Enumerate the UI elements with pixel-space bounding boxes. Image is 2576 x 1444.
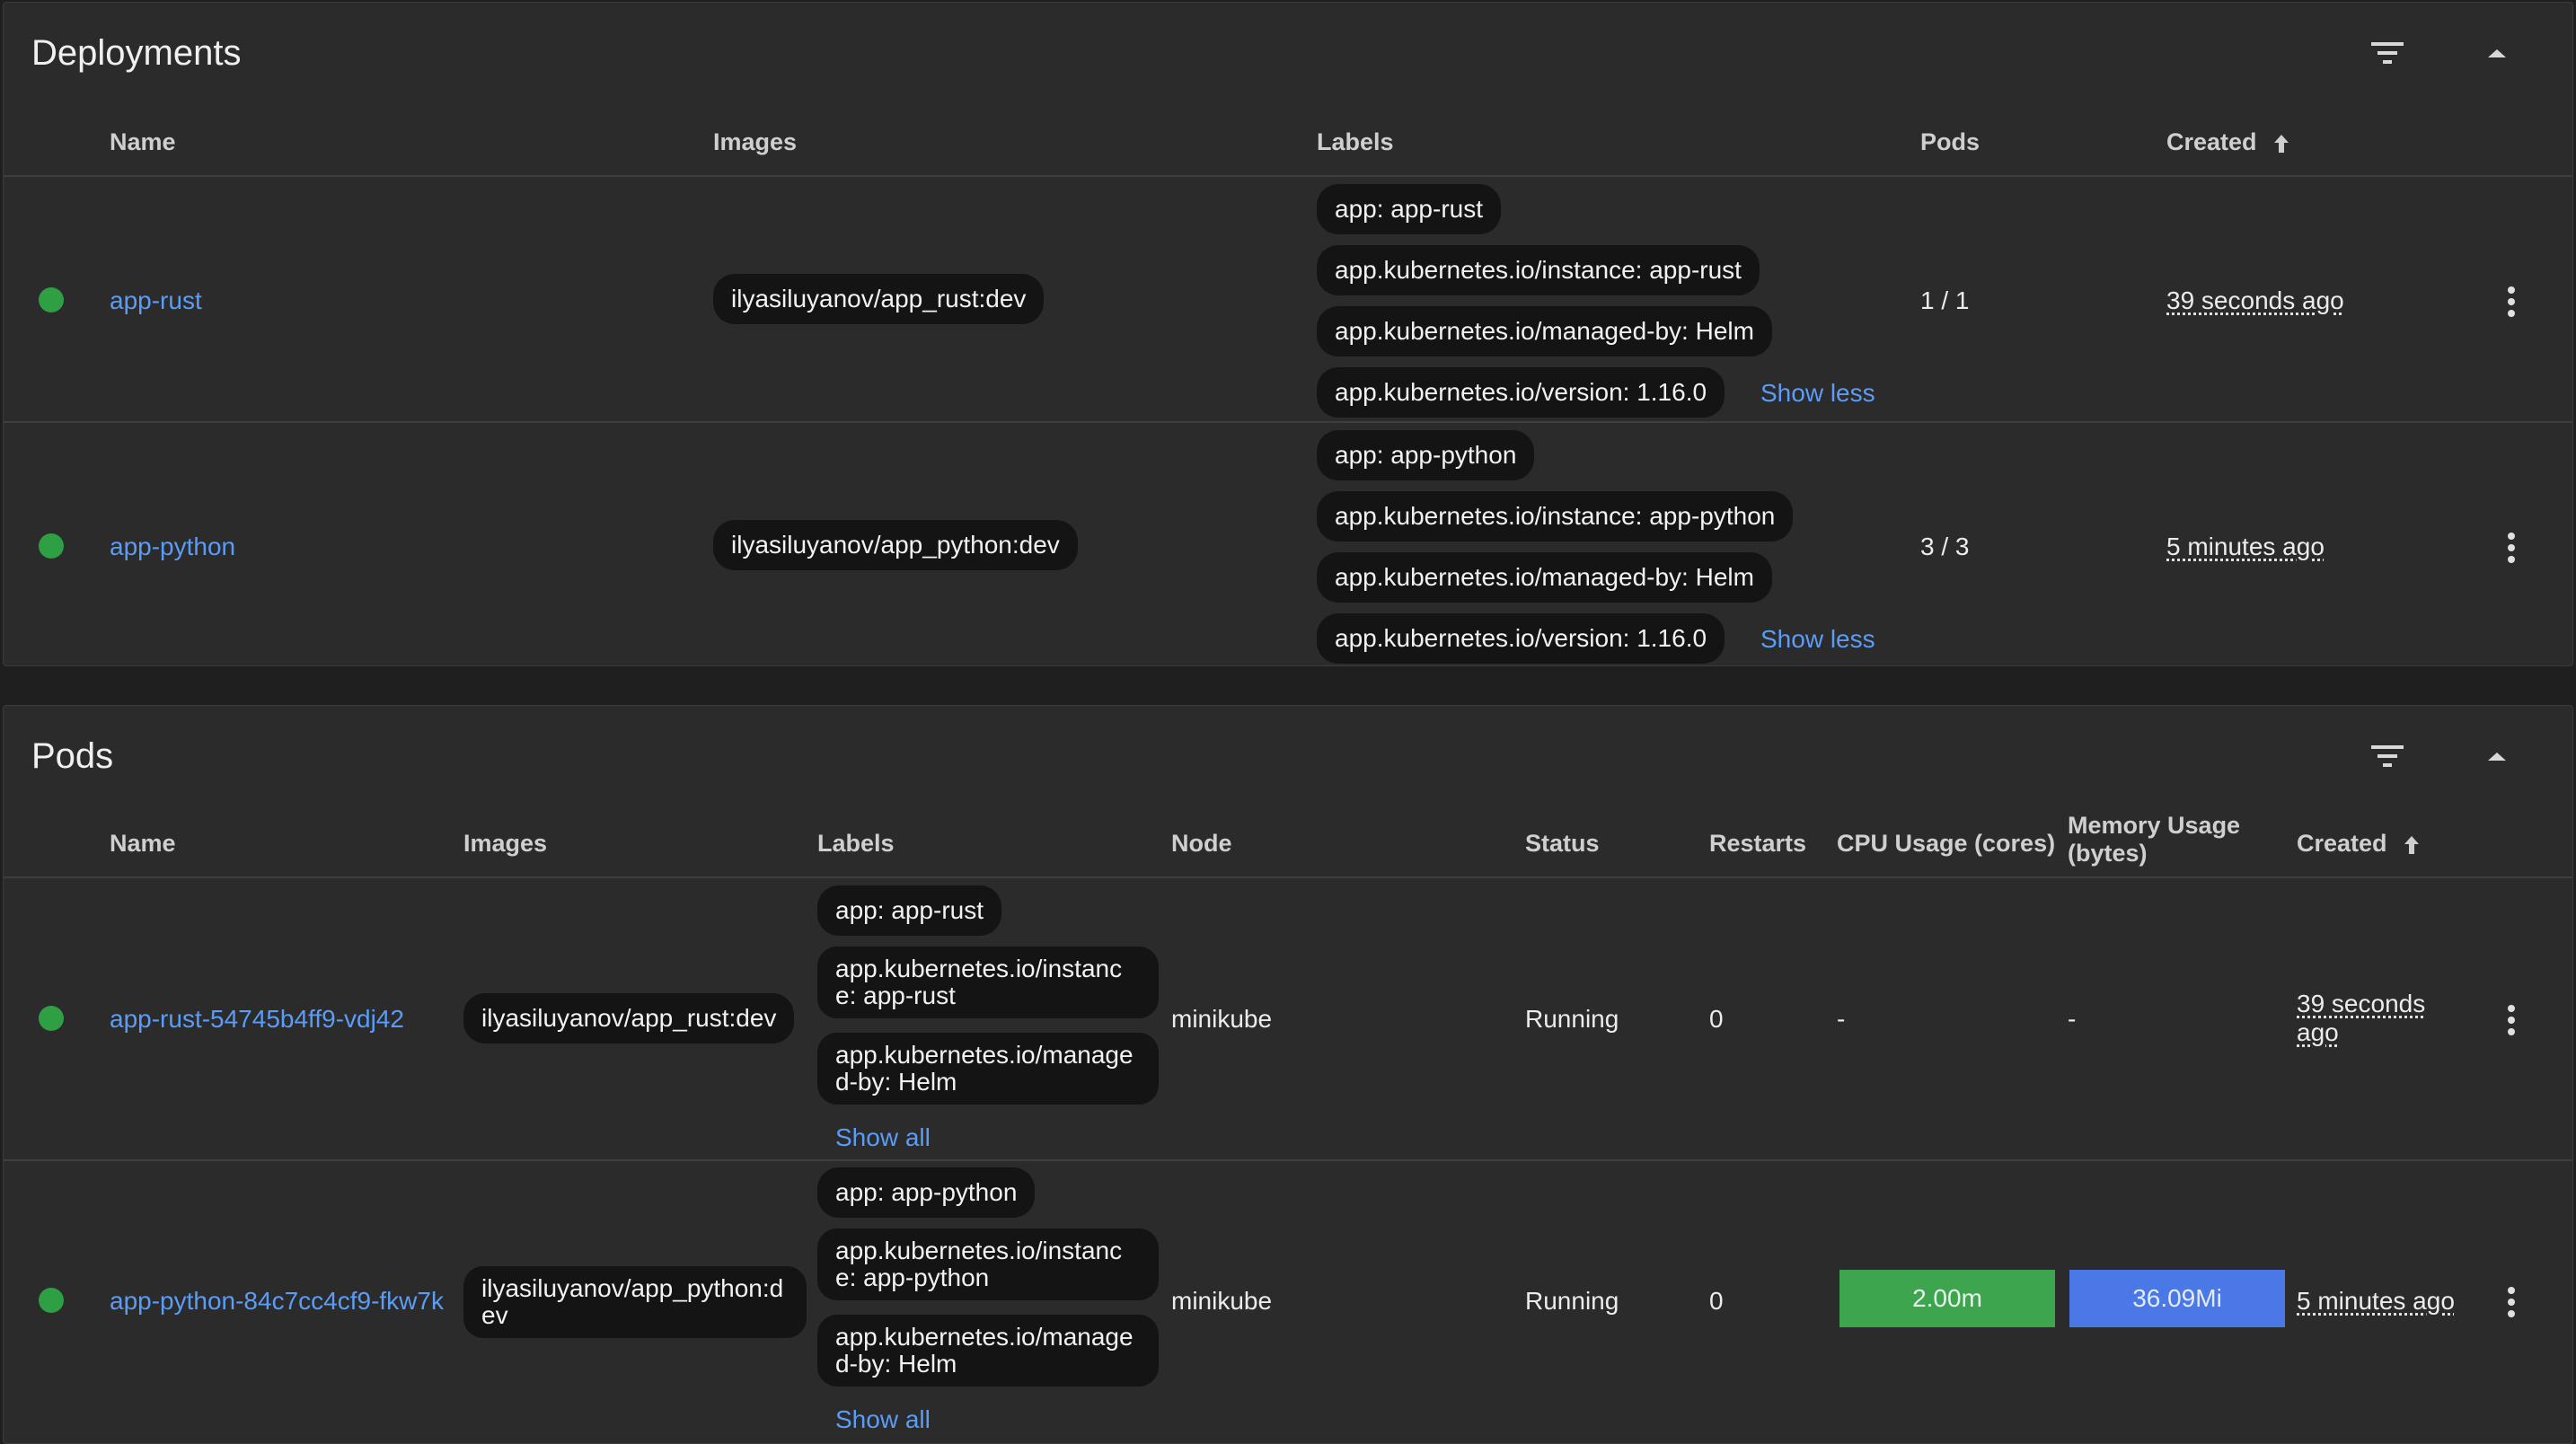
column-header-node[interactable]: Node xyxy=(1171,830,1232,858)
pods-count: 1 / 1 xyxy=(1920,286,1970,314)
pod-status: Running xyxy=(1525,1005,1619,1033)
row-divider xyxy=(4,1159,2572,1161)
status-indicator xyxy=(39,533,64,559)
more-vert-icon[interactable] xyxy=(2493,277,2529,327)
label-chip: app.kubernetes.io/version: 1.16.0 xyxy=(1317,367,1725,418)
column-header-created[interactable]: Created xyxy=(2166,128,2290,156)
column-header-cpu[interactable]: CPU Usage (cores) xyxy=(1837,830,2055,858)
deployments-card: Deployments Name Images Labels Pods Crea… xyxy=(3,2,2573,666)
deployments-header: Deployments xyxy=(4,3,2572,103)
show-less-link[interactable]: Show less xyxy=(1760,379,1875,408)
pods-title: Pods xyxy=(31,736,114,776)
header-divider xyxy=(4,175,2572,177)
node-name: minikube xyxy=(1171,1287,1273,1315)
more-vert-icon[interactable] xyxy=(2493,523,2529,573)
label-chip: app: app-python xyxy=(817,1167,1036,1218)
status-indicator xyxy=(39,1006,64,1031)
header-divider xyxy=(4,876,2572,878)
created-time[interactable]: 39 seconds ago xyxy=(2297,990,2458,1047)
filter-icon[interactable] xyxy=(2366,740,2409,772)
column-header-name[interactable]: Name xyxy=(110,128,176,156)
label-chip: app: app-python xyxy=(1317,430,1535,480)
created-time[interactable]: 5 minutes ago xyxy=(2297,1287,2455,1316)
row-divider xyxy=(4,421,2572,423)
arrow-up-icon xyxy=(2404,835,2420,854)
memory-usage: - xyxy=(2068,1005,2077,1033)
column-header-images[interactable]: Images xyxy=(463,830,547,858)
more-vert-icon[interactable] xyxy=(2493,1277,2529,1327)
label-chip: app.kubernetes.io/version: 1.16.0 xyxy=(1317,613,1725,664)
restarts-count: 0 xyxy=(1709,1005,1724,1033)
label-chip: app: app-rust xyxy=(1317,184,1501,234)
column-header-memory[interactable]: Memory Usage (bytes) xyxy=(2068,812,2274,867)
label-chip: app.kubernetes.io/managed-by: Helm xyxy=(817,1315,1159,1387)
chevron-up-icon[interactable] xyxy=(2475,37,2519,69)
column-header-name[interactable]: Name xyxy=(110,830,176,858)
column-header-images[interactable]: Images xyxy=(713,128,797,156)
cpu-usage: - xyxy=(1837,1005,1846,1033)
pods-header: Pods xyxy=(4,706,2572,806)
created-time[interactable]: 5 minutes ago xyxy=(2166,533,2325,561)
image-chip: ilyasiluyanov/app_python:dev xyxy=(713,520,1078,570)
cpu-usage-bar: 2.00m xyxy=(1839,1270,2055,1327)
pods-card: Pods Name Images Labels Node Status Rest… xyxy=(3,705,2573,1444)
deployment-name-link[interactable]: app-python xyxy=(110,533,235,561)
label-chip: app.kubernetes.io/managed-by: Helm xyxy=(1317,306,1772,357)
restarts-count: 0 xyxy=(1709,1287,1724,1315)
image-chip: ilyasiluyanov/app_rust:dev xyxy=(463,993,795,1043)
deployment-name-link[interactable]: app-rust xyxy=(110,286,202,315)
column-header-created-label: Created xyxy=(2166,128,2257,155)
pod-name-link[interactable]: app-rust-54745b4ff9-vdj42 xyxy=(110,1005,404,1034)
column-header-labels[interactable]: Labels xyxy=(1317,128,1394,156)
column-header-labels[interactable]: Labels xyxy=(817,830,895,858)
pod-name-link[interactable]: app-python-84c7cc4cf9-fkw7k xyxy=(110,1287,444,1316)
image-chip: ilyasiluyanov/app_rust:dev xyxy=(713,274,1045,324)
deployments-title: Deployments xyxy=(31,33,242,73)
label-chip: app.kubernetes.io/managed-by: Helm xyxy=(817,1033,1159,1105)
image-chip: ilyasiluyanov/app_python:dev xyxy=(463,1266,807,1338)
show-all-link[interactable]: Show all xyxy=(835,1405,931,1434)
label-chip: app.kubernetes.io/instance: app-rust xyxy=(1317,245,1760,295)
more-vert-icon[interactable] xyxy=(2493,995,2529,1045)
column-header-created-label: Created xyxy=(2297,830,2387,857)
arrow-up-icon xyxy=(2274,134,2289,153)
created-time[interactable]: 39 seconds ago xyxy=(2166,286,2344,315)
label-chip: app.kubernetes.io/instance: app-python xyxy=(1317,491,1794,542)
show-all-link[interactable]: Show all xyxy=(835,1123,931,1152)
pods-count: 3 / 3 xyxy=(1920,533,1970,560)
column-header-restarts[interactable]: Restarts xyxy=(1709,830,1806,858)
label-chip: app.kubernetes.io/instance: app-python xyxy=(817,1228,1159,1300)
label-chip: app.kubernetes.io/instance: app-rust xyxy=(817,947,1159,1018)
filter-icon[interactable] xyxy=(2366,37,2409,69)
label-chip: app: app-rust xyxy=(817,885,1001,936)
column-header-created[interactable]: Created xyxy=(2297,830,2421,858)
memory-usage-bar: 36.09Mi xyxy=(2069,1270,2285,1327)
chevron-up-icon[interactable] xyxy=(2475,740,2519,772)
column-header-pods[interactable]: Pods xyxy=(1920,128,1980,156)
label-chip: app.kubernetes.io/managed-by: Helm xyxy=(1317,552,1772,603)
node-name: minikube xyxy=(1171,1005,1273,1033)
status-indicator xyxy=(39,1288,64,1313)
status-indicator xyxy=(39,287,64,313)
column-header-status[interactable]: Status xyxy=(1525,830,1600,858)
pod-status: Running xyxy=(1525,1287,1619,1315)
show-less-link[interactable]: Show less xyxy=(1760,625,1875,654)
